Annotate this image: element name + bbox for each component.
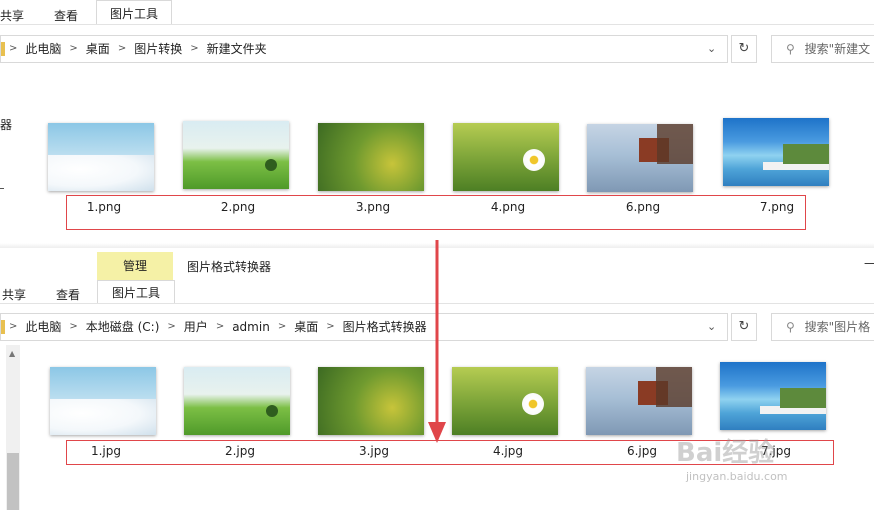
thumbnail-image[interactable] [587, 124, 693, 192]
hill-shape [783, 144, 829, 164]
tab-picture-tools[interactable]: 图片工具 [96, 0, 172, 25]
tree-shape [266, 405, 278, 417]
address-bar[interactable]: > 此电脑 > 本地磁盘 (C:) > 用户 > admin > 桌面 > 图片… [0, 313, 728, 341]
thumbnail-image[interactable] [48, 123, 154, 191]
chevron-right-icon: > [9, 321, 18, 332]
chevron-down-icon[interactable]: ⌄ [707, 36, 716, 62]
filename-label[interactable]: 4.png [468, 200, 548, 214]
search-placeholder: 搜索"图片格 [804, 320, 871, 334]
tab-view[interactable]: 查看 [56, 286, 80, 303]
filename-label[interactable]: 2.png [198, 200, 278, 214]
breadcrumb-desktop[interactable]: 桌面 [80, 36, 116, 62]
search-icon: ⚲ [786, 42, 795, 56]
chevron-right-icon: > [326, 321, 335, 332]
nav-pane-item-fragment[interactable]: 器 [0, 116, 12, 133]
chevron-right-icon: > [277, 321, 287, 332]
tab-view[interactable]: 查看 [54, 7, 78, 24]
watermark-logo: Bai经验 [676, 438, 775, 468]
breadcrumb-converter-folder[interactable]: 图片格式转换器 [337, 314, 433, 340]
breadcrumb-desktop[interactable]: 桌面 [288, 314, 324, 340]
nav-pane-scrollbar[interactable]: ▲ [6, 345, 20, 510]
thumbnail-image[interactable] [183, 121, 289, 189]
ribbon-divider [0, 24, 874, 25]
chevron-down-icon[interactable]: ⌄ [707, 314, 716, 340]
refresh-icon[interactable]: ↻ [731, 35, 757, 63]
folder-icon [1, 42, 5, 56]
thumbnail-image[interactable] [318, 367, 424, 435]
daisy-shape [523, 149, 545, 171]
chevron-right-icon: > [167, 321, 176, 332]
thumbnail-image[interactable] [586, 367, 692, 435]
tree-shape [657, 124, 693, 164]
tab-manage[interactable]: 管理 [97, 252, 173, 280]
down-arrow-annotation [428, 240, 446, 443]
daisy-shape [522, 393, 544, 415]
breadcrumb-local-disk[interactable]: 本地磁盘 (C:) [80, 314, 166, 340]
cloud-shape [50, 399, 156, 435]
filename-label[interactable]: 6.jpg [602, 444, 682, 458]
nav-pane-dash [0, 188, 4, 189]
minimize-button[interactable]: — [864, 256, 874, 270]
filename-highlight-box [66, 195, 806, 230]
thumbnail-image[interactable] [723, 118, 829, 186]
filename-label[interactable]: 7.png [737, 200, 817, 214]
tab-share[interactable]: 共享 [0, 7, 24, 24]
thumbnail-image[interactable] [318, 123, 424, 191]
breadcrumb-admin[interactable]: admin [226, 314, 276, 340]
search-icon: ⚲ [786, 320, 795, 334]
chevron-right-icon: > [69, 43, 78, 54]
cloud-shape [48, 155, 154, 191]
thumbnail-image[interactable] [50, 367, 156, 435]
thumbnail-image[interactable] [453, 123, 559, 191]
breadcrumb-image-convert[interactable]: 图片转换 [128, 36, 188, 62]
breadcrumb-this-pc[interactable]: 此电脑 [19, 36, 67, 62]
tab-picture-tools[interactable]: 图片工具 [97, 280, 175, 303]
refresh-icon[interactable]: ↻ [731, 313, 757, 341]
thumbnail-image[interactable] [452, 367, 558, 435]
filename-label[interactable]: 4.jpg [468, 444, 548, 458]
window-title: 图片格式转换器 [187, 260, 272, 274]
scroll-up-arrow-icon[interactable]: ▲ [9, 349, 15, 358]
tree-shape [656, 367, 692, 407]
search-placeholder: 搜索"新建文 [804, 42, 871, 56]
arrow-head [428, 422, 446, 443]
tab-share[interactable]: 共享 [2, 286, 26, 303]
watermark-url: jingyan.baidu.com [686, 470, 788, 483]
scrollbar-thumb[interactable] [7, 453, 19, 510]
chevron-right-icon: > [9, 43, 18, 54]
chevron-right-icon: > [69, 321, 78, 332]
filename-label[interactable]: 2.jpg [200, 444, 280, 458]
filename-label[interactable]: 6.png [603, 200, 683, 214]
chevron-right-icon: > [190, 43, 199, 54]
chevron-right-icon: > [215, 321, 225, 332]
breadcrumb-this-pc[interactable]: 此电脑 [19, 314, 67, 340]
filename-label[interactable]: 3.jpg [334, 444, 414, 458]
filename-label[interactable]: 1.png [64, 200, 144, 214]
thumbnail-image[interactable] [720, 362, 826, 430]
breadcrumb-users[interactable]: 用户 [178, 314, 214, 340]
breadcrumb-new-folder[interactable]: 新建文件夹 [201, 36, 273, 62]
search-input[interactable]: ⚲ 搜索"新建文 [771, 35, 874, 63]
tree-shape [265, 159, 277, 171]
hill-shape [780, 388, 826, 408]
folder-icon [1, 320, 5, 334]
filename-label[interactable]: 1.jpg [66, 444, 146, 458]
thumbnail-image[interactable] [184, 367, 290, 435]
address-bar[interactable]: > 此电脑 > 桌面 > 图片转换 > 新建文件夹 ⌄ [0, 35, 728, 63]
chevron-right-icon: > [117, 43, 127, 54]
search-input[interactable]: ⚲ 搜索"图片格 [771, 313, 874, 341]
filename-label[interactable]: 3.png [333, 200, 413, 214]
